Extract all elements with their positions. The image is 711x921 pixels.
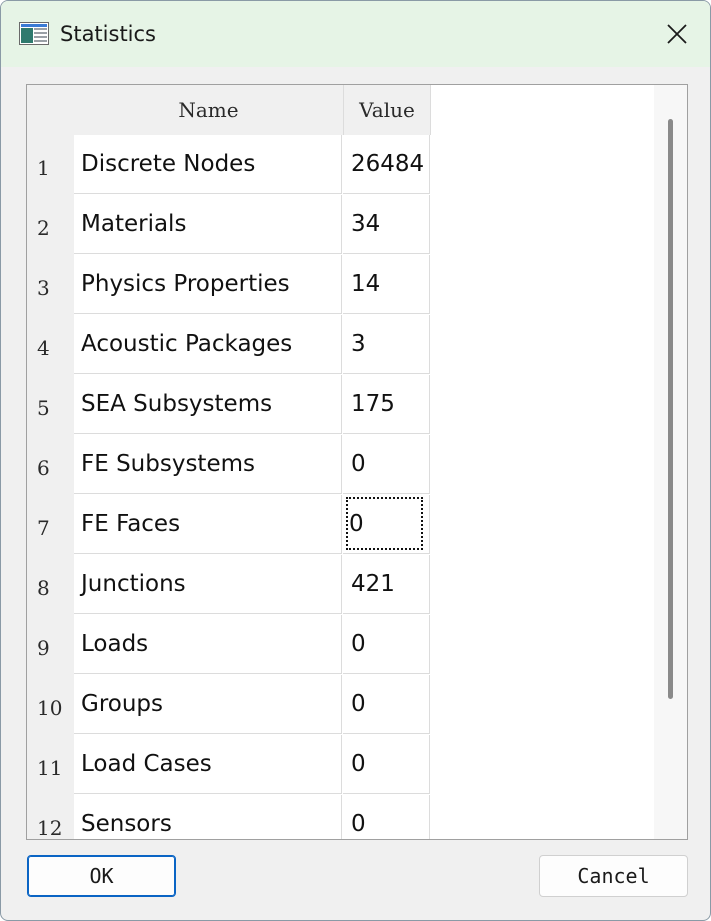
name-cell[interactable]: Load Cases	[74, 735, 342, 794]
table-row[interactable]: 4 Acoustic Packages 3	[27, 315, 430, 375]
column-header-value[interactable]: Value	[344, 85, 431, 135]
title-bar[interactable]: Statistics	[1, 1, 710, 67]
value-cell[interactable]: 0	[343, 675, 430, 734]
row-number[interactable]: 9	[27, 615, 74, 675]
row-number[interactable]: 3	[27, 255, 74, 315]
value-cell[interactable]: 0	[343, 435, 430, 494]
value-cell[interactable]: 175	[343, 375, 430, 434]
name-cell[interactable]: SEA Subsystems	[74, 375, 342, 434]
cancel-button[interactable]: Cancel	[539, 855, 688, 897]
name-cell[interactable]: Acoustic Packages	[74, 315, 342, 374]
column-header-name[interactable]: Name	[74, 85, 344, 135]
name-cell[interactable]: Sensors	[74, 795, 342, 839]
table-row[interactable]: 5 SEA Subsystems 175	[27, 375, 430, 435]
row-number[interactable]: 10	[27, 675, 74, 735]
column-header-row: Name Value	[74, 85, 431, 135]
table-row[interactable]: 1 Discrete Nodes 26484	[27, 135, 430, 195]
name-cell[interactable]: Physics Properties	[74, 255, 342, 314]
value-cell-focused[interactable]: 0	[343, 495, 430, 554]
value-cell[interactable]: 3	[343, 315, 430, 374]
name-cell[interactable]: Loads	[74, 615, 342, 674]
table-row[interactable]: 12 Sensors 0	[27, 795, 430, 839]
name-cell[interactable]: FE Faces	[74, 495, 342, 554]
row-number[interactable]: 12	[27, 795, 74, 839]
table-window-icon	[19, 22, 49, 45]
name-cell[interactable]: FE Subsystems	[74, 435, 342, 494]
row-number[interactable]: 4	[27, 315, 74, 375]
row-number[interactable]: 7	[27, 495, 74, 555]
close-button[interactable]	[652, 9, 702, 59]
table-row[interactable]: 3 Physics Properties 14	[27, 255, 430, 315]
row-number[interactable]: 6	[27, 435, 74, 495]
statistics-dialog: Statistics Name Value 1 Discrete Nodes 2…	[0, 0, 711, 921]
window-title: Statistics	[60, 22, 156, 46]
value-cell[interactable]: 34	[343, 195, 430, 254]
name-cell[interactable]: Groups	[74, 675, 342, 734]
value-cell[interactable]: 26484	[343, 135, 430, 194]
scrollbar-thumb[interactable]	[668, 119, 673, 699]
table-row[interactable]: 2 Materials 34	[27, 195, 430, 255]
value-cell[interactable]: 0	[343, 795, 430, 839]
name-cell[interactable]: Materials	[74, 195, 342, 254]
table-row[interactable]: 10 Groups 0	[27, 675, 430, 735]
value-cell[interactable]: 0	[343, 735, 430, 794]
statistics-table[interactable]: Name Value 1 Discrete Nodes 26484 2 Mate…	[26, 84, 688, 840]
value-cell[interactable]: 0	[343, 615, 430, 674]
row-number[interactable]: 1	[27, 135, 74, 195]
row-number[interactable]: 5	[27, 375, 74, 435]
vertical-scrollbar[interactable]	[654, 85, 687, 839]
name-cell[interactable]: Junctions	[74, 555, 342, 614]
close-icon	[667, 24, 687, 44]
value-cell[interactable]: 421	[343, 555, 430, 614]
table-row[interactable]: 7 FE Faces 0	[27, 495, 430, 555]
table-row[interactable]: 6 FE Subsystems 0	[27, 435, 430, 495]
row-number[interactable]: 11	[27, 735, 74, 795]
row-number[interactable]: 8	[27, 555, 74, 615]
row-number[interactable]: 2	[27, 195, 74, 255]
table-row[interactable]: 11 Load Cases 0	[27, 735, 430, 795]
name-cell[interactable]: Discrete Nodes	[74, 135, 342, 194]
table-row[interactable]: 9 Loads 0	[27, 615, 430, 675]
table-row[interactable]: 8 Junctions 421	[27, 555, 430, 615]
ok-button[interactable]: OK	[27, 855, 176, 897]
value-cell[interactable]: 14	[343, 255, 430, 314]
